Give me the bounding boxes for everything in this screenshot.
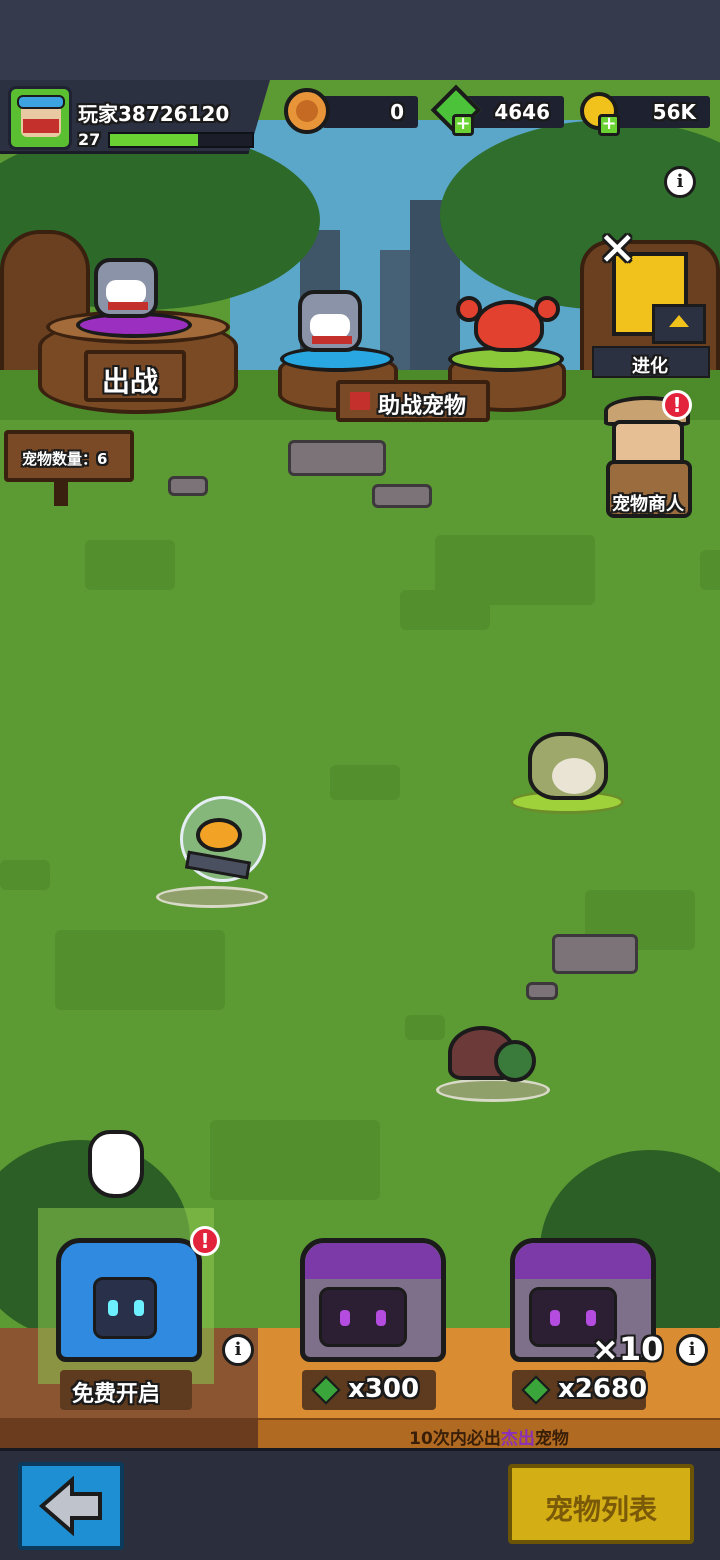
- rock: [168, 476, 208, 496]
- frog-pet-icon[interactable]: [528, 732, 608, 800]
- xp-bar: [108, 132, 254, 148]
- pet-count-label: 宠物数量：6: [22, 450, 108, 468]
- evolve-label-box[interactable]: 进化: [592, 346, 710, 378]
- pet-coin-icon: [284, 88, 330, 134]
- pet-coin-value: 0: [390, 100, 404, 124]
- crab-claw-right: [534, 296, 560, 322]
- chest-face: [93, 1277, 157, 1339]
- evolve-screen: [652, 304, 706, 344]
- gold-counter[interactable]: 56K: [608, 96, 710, 128]
- gold-value: 56K: [652, 100, 696, 124]
- guarantee-text: 10次内必出杰出宠物: [409, 1429, 569, 1449]
- rock: [288, 440, 386, 476]
- husky-pet-icon[interactable]: [94, 258, 158, 318]
- xp-fill: [110, 134, 199, 146]
- green-gem-icon: [311, 1375, 341, 1405]
- player-avatar[interactable]: [8, 86, 72, 150]
- free-chest-alert-badge: !: [190, 1226, 220, 1256]
- status-band: [0, 0, 720, 80]
- free-open-label: 免费开启: [72, 1382, 161, 1407]
- merchant-label[interactable]: 宠物商人: [612, 490, 684, 516]
- chest-price-2680[interactable]: x2680: [512, 1370, 648, 1410]
- battle-label: 出战: [102, 365, 159, 398]
- merchant-alert-badge: !: [662, 390, 692, 420]
- x10-multiplier: ×10: [592, 1330, 664, 1368]
- guarantee-strip: 10次内必出杰出宠物: [258, 1418, 720, 1449]
- rock: [526, 982, 558, 1000]
- free-open-label-box[interactable]: 免费开启: [60, 1370, 192, 1410]
- free-chest-info-icon[interactable]: i: [222, 1334, 254, 1366]
- chest-price-300[interactable]: x300: [302, 1370, 436, 1410]
- rock: [552, 934, 638, 974]
- evolve-label: 进化: [632, 356, 668, 377]
- fish-ring: [156, 886, 268, 908]
- rock: [372, 484, 432, 508]
- gem-value: 4646: [494, 100, 550, 124]
- pet-list-button[interactable]: 宠物列表: [508, 1464, 694, 1544]
- pet-coin-counter[interactable]: 0: [322, 96, 418, 128]
- husky-pet-icon[interactable]: [298, 290, 362, 352]
- goldfish-pet-icon[interactable]: [196, 818, 242, 852]
- goggles-icon: [17, 95, 65, 109]
- pet-count-sign: 宠物数量：6: [4, 430, 134, 482]
- price-300-label: x300: [348, 1374, 420, 1404]
- player-level: 27: [78, 130, 101, 149]
- turtle-pet-icon[interactable]: [494, 1040, 536, 1082]
- close-icon[interactable]: ✕: [598, 226, 637, 272]
- gold-plus-icon[interactable]: +: [598, 114, 620, 136]
- purple-chest-icon[interactable]: [300, 1238, 446, 1362]
- chest-strip-left: [0, 1418, 258, 1448]
- assist-pets-sign[interactable]: 助战宠物: [336, 380, 490, 422]
- pet-list-label: 宠物列表: [544, 1493, 657, 1526]
- player-name: 玩家38726120: [78, 102, 230, 126]
- back-button[interactable]: [18, 1462, 124, 1550]
- free-chest-icon[interactable]: [56, 1238, 202, 1362]
- assist-label: 助战宠物: [378, 394, 467, 419]
- x10-chest-info-icon[interactable]: i: [676, 1334, 708, 1366]
- price-2680-label: x2680: [558, 1374, 648, 1404]
- info-icon[interactable]: i: [664, 166, 696, 198]
- crab-claw-left: [456, 296, 482, 322]
- turtle-ring: [436, 1078, 550, 1102]
- green-gem-icon: [521, 1375, 551, 1405]
- gem-plus-icon[interactable]: +: [452, 114, 474, 136]
- back-arrow-icon: [38, 1475, 102, 1537]
- flag-icon: [350, 392, 370, 410]
- pointing-hand-icon: [88, 1130, 144, 1198]
- battle-sign[interactable]: 出战: [84, 350, 186, 402]
- scarf-icon: [23, 119, 59, 133]
